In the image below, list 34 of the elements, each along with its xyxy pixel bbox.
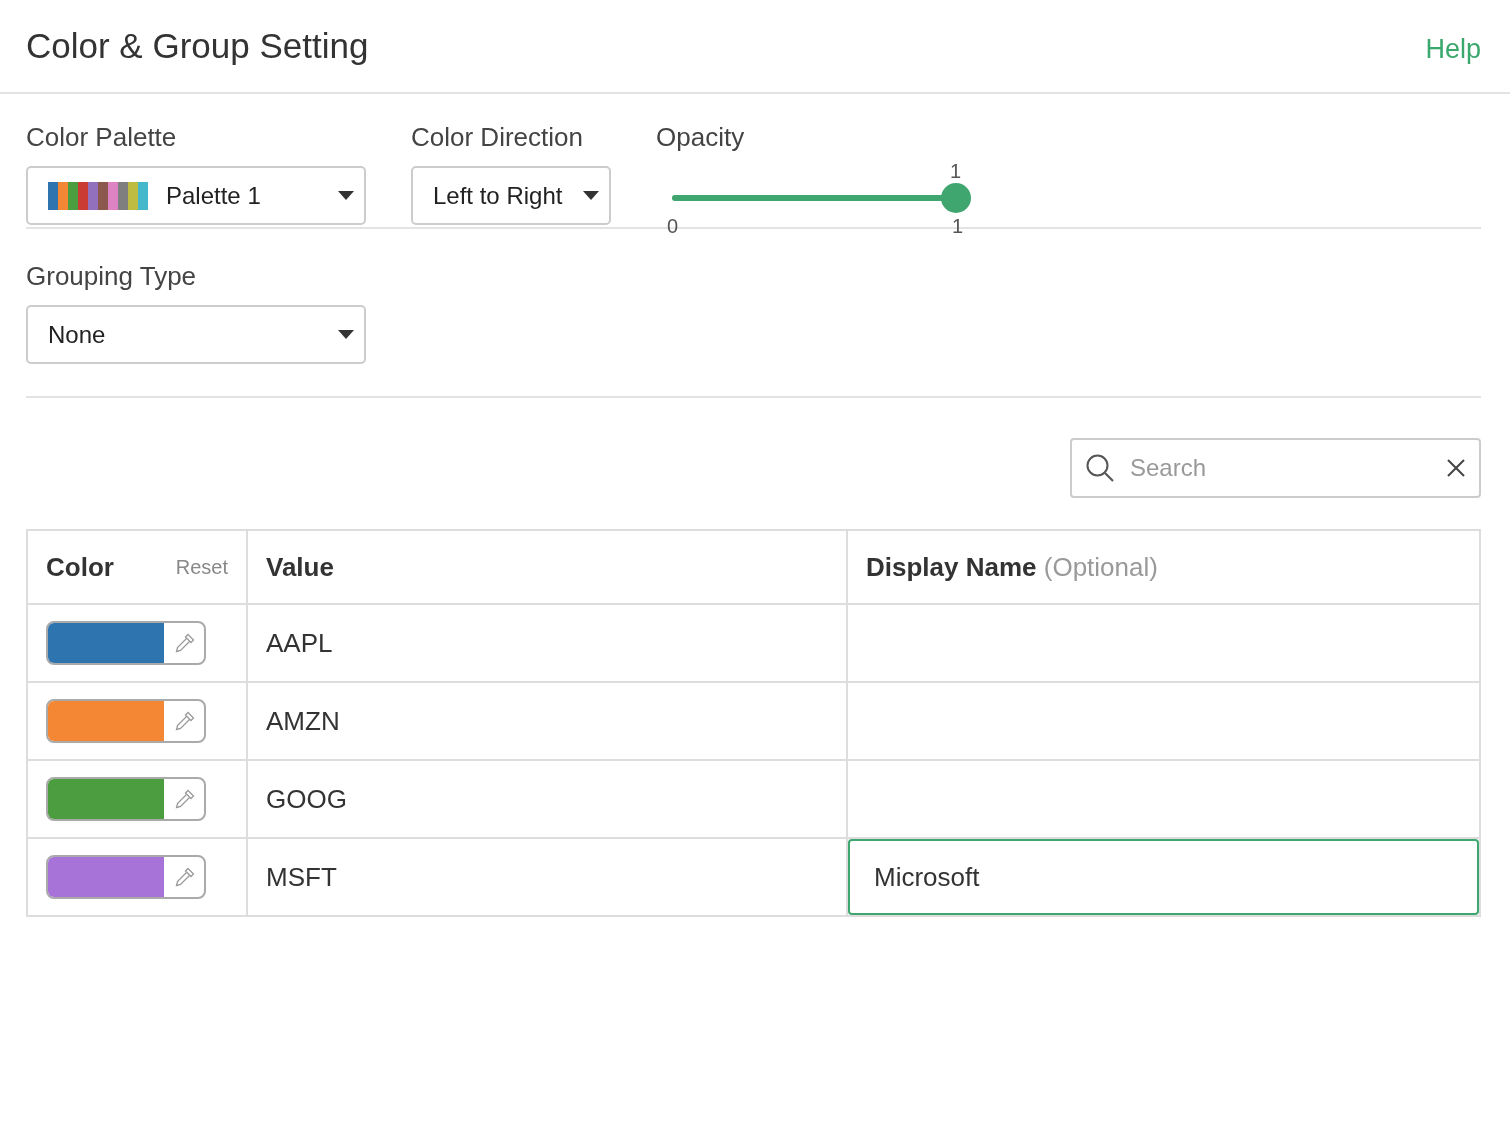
palette-dropdown[interactable]: Palette 1 — [26, 166, 366, 225]
clear-icon[interactable] — [1447, 459, 1465, 477]
table-cell: MSFT — [247, 838, 847, 916]
field-label: Color Palette — [26, 122, 178, 153]
search-box[interactable]: Search — [1070, 438, 1481, 498]
table-cell: AAPL — [247, 604, 847, 682]
reset-link[interactable]: Reset — [175, 555, 228, 579]
eyedropper-icon — [174, 632, 196, 654]
slider-value: 1 — [950, 160, 962, 183]
eyedropper-icon — [174, 710, 196, 732]
field-label: Opacity — [656, 122, 746, 153]
table-cell: GOOG — [247, 760, 847, 838]
dialog-title: Color & Group Setting — [26, 26, 369, 66]
table-cell: AMZN — [247, 682, 847, 760]
color-picker[interactable] — [46, 855, 206, 899]
field-label: Color Direction — [411, 122, 584, 153]
eyedropper-icon — [174, 788, 196, 810]
caret-icon — [583, 191, 599, 200]
search-icon — [1086, 454, 1114, 482]
field-label: Grouping Type — [26, 261, 198, 292]
color-picker[interactable] — [46, 699, 206, 743]
direction-dropdown[interactable]: Left to Right — [411, 166, 611, 225]
column-header: Value — [247, 530, 847, 604]
eyedropper-icon — [174, 866, 196, 888]
grouping-dropdown[interactable]: None — [26, 305, 366, 364]
caret-icon — [338, 330, 354, 339]
column-header: Display Name (Optional) — [847, 530, 1480, 604]
color-picker[interactable] — [46, 621, 206, 665]
slider-min-label: 0 — [667, 215, 679, 238]
column-title: Color — [46, 551, 114, 583]
display-name-field[interactable]: Microsoft — [848, 839, 1479, 915]
slider-max-label: 1 — [951, 215, 963, 238]
color-picker[interactable] — [46, 777, 206, 821]
caret-icon — [338, 191, 354, 200]
